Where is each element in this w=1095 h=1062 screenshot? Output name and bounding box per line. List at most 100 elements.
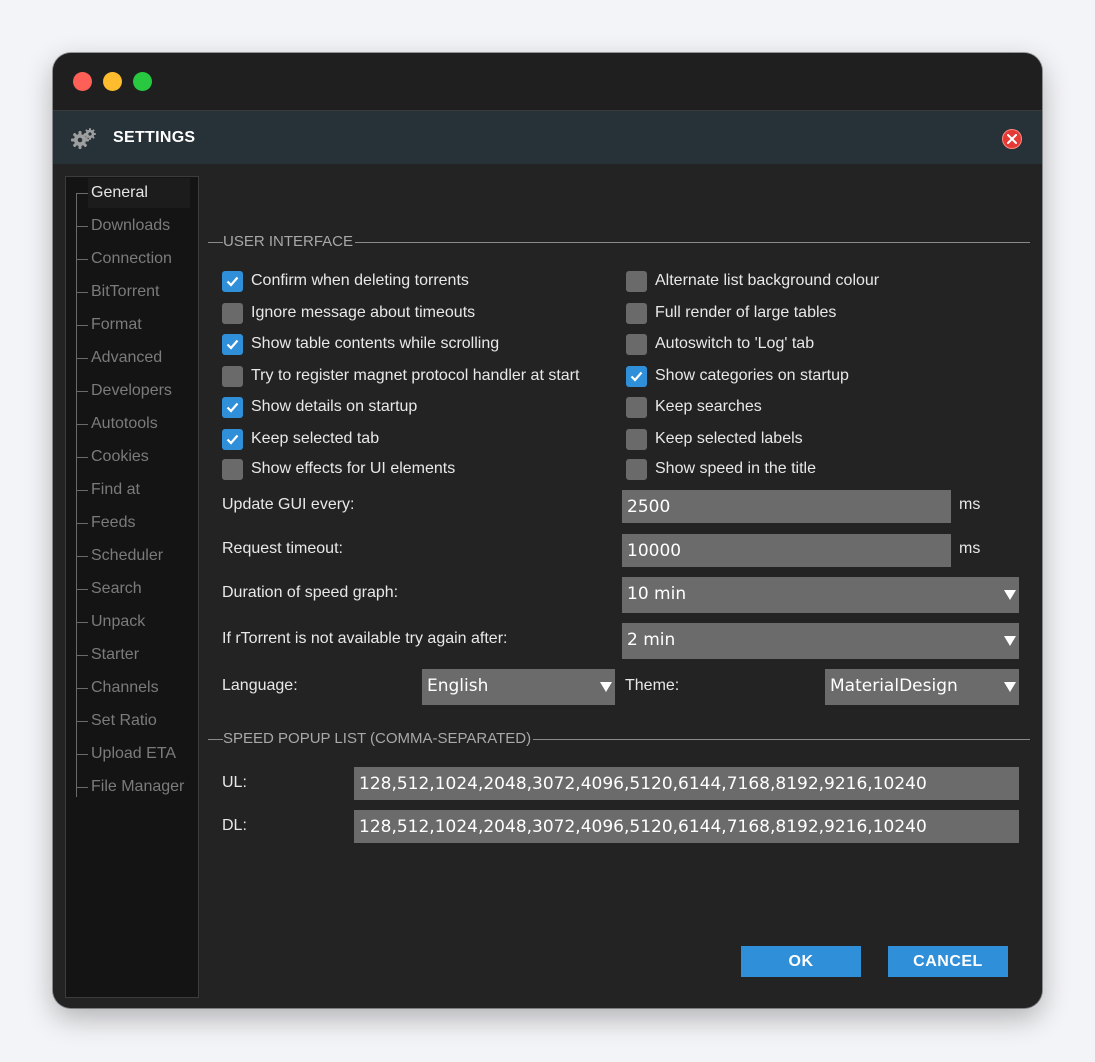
sidebar-item-label: Format: [91, 316, 142, 333]
checkbox[interactable]: [222, 458, 243, 480]
checkbox[interactable]: [626, 365, 647, 387]
window-titlebar: [53, 53, 1042, 110]
sidebar-item-scheduler[interactable]: Scheduler: [76, 541, 190, 571]
dialog-close-button[interactable]: [1002, 129, 1022, 149]
caret-down-icon: [1004, 682, 1016, 692]
checkbox-label: Keep selected labels: [655, 430, 803, 447]
sidebar-item-label: Scheduler: [91, 547, 164, 564]
caret-down-icon: [1004, 636, 1016, 646]
request-timeout-unit: ms: [959, 540, 981, 557]
checkmark-icon: [630, 371, 643, 382]
sidebar-item-bittorrent[interactable]: BitTorrent: [76, 277, 190, 307]
dialog-header: SETTINGS: [53, 111, 1042, 164]
gear-icon: [71, 128, 96, 149]
dialog-title: SETTINGS: [113, 129, 196, 146]
checkbox-full-render[interactable]: Full render of large tables: [626, 301, 836, 325]
retry-select[interactable]: 2 min: [622, 623, 1019, 659]
checkbox[interactable]: [222, 396, 243, 418]
checkbox-show-table-contents[interactable]: Show table contents while scrolling: [222, 332, 499, 356]
sidebar-item-downloads[interactable]: Downloads: [76, 211, 190, 241]
checkbox-keep-selected-tab[interactable]: Keep selected tab: [222, 427, 379, 451]
sidebar-item-advanced[interactable]: Advanced: [76, 343, 190, 373]
checkbox-ui-effects[interactable]: Show effects for UI elements: [222, 457, 455, 481]
sidebar-item-label: Connection: [91, 250, 172, 267]
checkbox-keep-labels[interactable]: Keep selected labels: [626, 427, 803, 451]
cancel-button[interactable]: CANCEL: [888, 946, 1008, 977]
checkbox-label: Show speed in the title: [655, 460, 816, 477]
sidebar-item-label: Find at: [91, 481, 140, 498]
theme-label: Theme:: [625, 677, 680, 694]
ok-button[interactable]: OK: [741, 946, 861, 977]
checkbox-keep-searches[interactable]: Keep searches: [626, 395, 762, 419]
checkbox[interactable]: [626, 458, 647, 480]
sidebar-item-label: BitTorrent: [91, 283, 160, 300]
sidebar-item-general[interactable]: General: [76, 178, 190, 208]
sidebar-item-unpack[interactable]: Unpack: [76, 607, 190, 637]
checkmark-icon: [226, 339, 239, 350]
sidebar-item-connection[interactable]: Connection: [76, 244, 190, 274]
update-gui-label: Update GUI every:: [222, 496, 355, 513]
zoom-window-button[interactable]: [133, 72, 152, 91]
language-select[interactable]: English: [422, 669, 615, 705]
ul-speed-input[interactable]: [354, 767, 1019, 800]
sidebar-item-developers[interactable]: Developers: [76, 376, 190, 406]
sidebar-item-label: Channels: [91, 679, 159, 696]
sidebar-item-search[interactable]: Search: [76, 574, 190, 604]
checkbox-label: Show details on startup: [251, 398, 418, 415]
checkbox-label: Ignore message about timeouts: [251, 304, 476, 321]
retry-label: If rTorrent is not available try again a…: [222, 630, 508, 647]
checkbox[interactable]: [222, 365, 243, 387]
sidebar-item-label: Search: [91, 580, 142, 597]
checkbox[interactable]: [626, 302, 647, 324]
checkbox-label: Show table contents while scrolling: [251, 335, 500, 352]
sidebar-item-channels[interactable]: Channels: [76, 673, 190, 703]
checkbox[interactable]: [222, 428, 243, 450]
sidebar-item-set-ratio[interactable]: Set Ratio: [76, 706, 190, 736]
checkmark-icon: [226, 276, 239, 287]
checkbox[interactable]: [626, 396, 647, 418]
request-timeout-label: Request timeout:: [222, 540, 343, 557]
checkbox[interactable]: [626, 333, 647, 355]
close-window-button[interactable]: [73, 72, 92, 91]
settings-sidebar: General Downloads Connection BitTorrent …: [65, 176, 199, 998]
checkbox-magnet-handler[interactable]: Try to register magnet protocol handler …: [222, 364, 579, 388]
checkbox[interactable]: [626, 428, 647, 450]
select-value: 2 min: [627, 630, 676, 650]
language-label: Language:: [222, 677, 298, 694]
checkmark-icon: [226, 434, 239, 445]
minimize-window-button[interactable]: [103, 72, 122, 91]
sidebar-item-find-at[interactable]: Find at: [76, 475, 190, 505]
checkmark-icon: [226, 402, 239, 413]
checkbox-autoswitch-log[interactable]: Autoswitch to 'Log' tab: [626, 332, 814, 356]
sidebar-item-format[interactable]: Format: [76, 310, 190, 340]
checkbox[interactable]: [222, 270, 243, 292]
theme-select[interactable]: MaterialDesign: [825, 669, 1019, 705]
checkbox-show-details[interactable]: Show details on startup: [222, 395, 417, 419]
checkbox-speed-in-title[interactable]: Show speed in the title: [626, 457, 816, 481]
sidebar-item-label: Starter: [91, 646, 140, 663]
sidebar-item-feeds[interactable]: Feeds: [76, 508, 190, 538]
checkbox-label: Confirm when deleting torrents: [251, 272, 469, 289]
checkbox[interactable]: [222, 302, 243, 324]
sidebar-item-cookies[interactable]: Cookies: [76, 442, 190, 472]
sidebar-item-upload-eta[interactable]: Upload ETA: [76, 739, 190, 769]
speed-popup-section: SPEED POPUP LIST (COMMA-SEPARATED): [208, 729, 1030, 749]
checkbox[interactable]: [222, 333, 243, 355]
sidebar-item-file-manager[interactable]: File Manager: [76, 772, 190, 802]
checkbox-ignore-timeouts[interactable]: Ignore message about timeouts: [222, 301, 475, 325]
section-title: USER INTERFACE: [223, 232, 356, 252]
ul-label: UL:: [222, 774, 247, 791]
update-gui-input[interactable]: [622, 490, 951, 523]
sidebar-item-autotools[interactable]: Autotools: [76, 409, 190, 439]
checkbox-alternate-background[interactable]: Alternate list background colour: [626, 269, 879, 293]
sidebar-item-label: Cookies: [91, 448, 149, 465]
checkbox-show-categories[interactable]: Show categories on startup: [626, 364, 849, 388]
dl-speed-input[interactable]: [354, 810, 1019, 843]
sidebar-item-label: Upload ETA: [91, 745, 177, 762]
checkbox[interactable]: [626, 270, 647, 292]
speed-graph-select[interactable]: 10 min: [622, 577, 1019, 613]
sidebar-item-label: Autotools: [91, 415, 158, 432]
request-timeout-input[interactable]: [622, 534, 951, 567]
checkbox-confirm-delete[interactable]: Confirm when deleting torrents: [222, 269, 469, 293]
sidebar-item-starter[interactable]: Starter: [76, 640, 190, 670]
